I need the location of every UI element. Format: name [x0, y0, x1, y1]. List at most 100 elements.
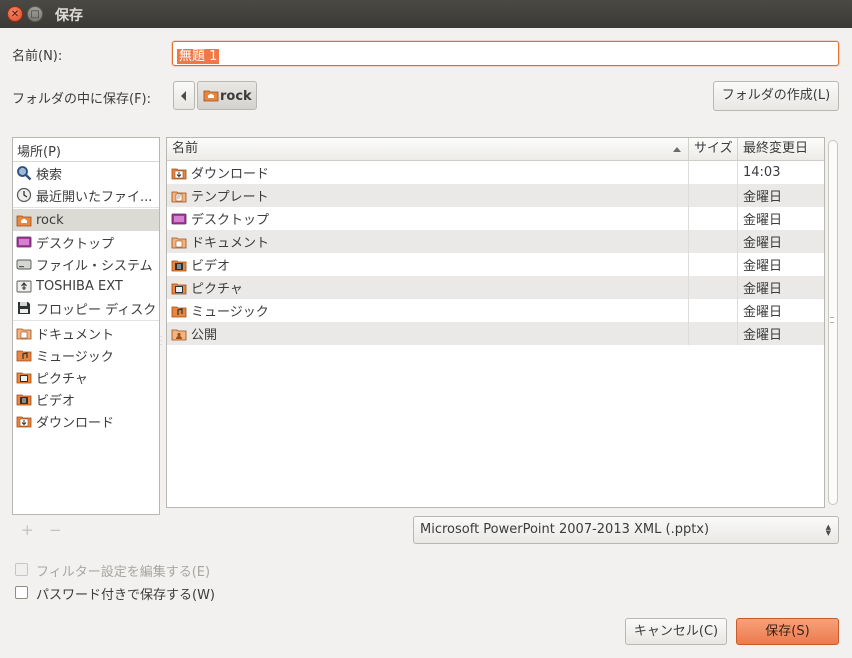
file-modified: 金曜日	[743, 213, 783, 228]
pictures-folder-icon	[171, 283, 187, 294]
file-modified: 金曜日	[743, 328, 783, 343]
place-label: ピクチャ	[36, 371, 88, 387]
places-header: 場所(P)	[13, 138, 159, 162]
place-recent[interactable]: 最近開いたファイ...	[13, 184, 159, 206]
music-folder-icon	[171, 306, 187, 317]
place-toshiba[interactable]: TOSHIBA EXT	[13, 275, 159, 297]
place-pictures[interactable]: ピクチャ	[13, 366, 159, 388]
file-row[interactable]: ミュージック 金曜日	[167, 299, 824, 322]
save-button[interactable]: 保存(S)	[736, 618, 839, 645]
file-name: デスクトップ	[191, 213, 270, 228]
search-icon	[17, 166, 32, 181]
places-separator	[13, 207, 159, 208]
file-modified: 金曜日	[743, 282, 783, 297]
file-size	[689, 322, 738, 345]
downloads-folder-icon	[171, 168, 187, 179]
file-modified: 14:03	[743, 165, 781, 180]
place-rock[interactable]: rock	[13, 209, 159, 231]
column-name-label: 名前	[172, 141, 199, 156]
file-name: ダウンロード	[191, 167, 270, 182]
path-back-button[interactable]	[173, 81, 195, 110]
maximize-window-icon[interactable]: □	[27, 6, 43, 22]
file-modified: 金曜日	[743, 259, 783, 274]
file-modified: 金曜日	[743, 190, 783, 205]
file-size	[689, 207, 738, 230]
column-size[interactable]: サイズ	[689, 138, 738, 161]
file-size	[689, 276, 738, 299]
place-desktop[interactable]: デスクトップ	[13, 231, 159, 253]
place-label: rock	[36, 212, 64, 228]
password-checkbox[interactable]	[15, 586, 28, 599]
file-row[interactable]: デスクトップ 金曜日	[167, 207, 824, 230]
place-search[interactable]: 検索	[13, 162, 159, 184]
column-name[interactable]: 名前	[167, 138, 689, 161]
place-floppy[interactable]: フロッピー ディスク	[13, 297, 159, 319]
place-music[interactable]: ミュージック	[13, 344, 159, 366]
documents-folder-icon	[16, 328, 32, 340]
place-label: ミュージック	[36, 349, 114, 365]
file-row[interactable]: 公開 金曜日	[167, 322, 824, 345]
videos-folder-icon	[171, 260, 187, 271]
file-list-scrollbar[interactable]	[826, 137, 839, 508]
updown-arrows-icon: ▲ ▼	[825, 523, 831, 537]
name-label: 名前(N):	[12, 49, 63, 64]
file-size	[689, 161, 738, 184]
file-type-value: Microsoft PowerPoint 2007-2013 XML (.ppt…	[420, 522, 710, 537]
pane-resize-handle[interactable]: · · ·	[160, 334, 162, 349]
templates-folder-icon	[171, 191, 187, 202]
folder-label: フォルダの中に保存(F):	[12, 92, 152, 107]
public-folder-icon	[171, 329, 187, 340]
file-name: ピクチャ	[191, 282, 243, 297]
left-arrow-icon	[181, 91, 186, 101]
videos-folder-icon	[16, 394, 32, 406]
places-separator	[13, 320, 159, 321]
path-button-rock[interactable]: rock	[197, 81, 257, 110]
filename-input[interactable]: 無題 1	[172, 41, 839, 66]
file-size	[689, 184, 738, 207]
file-row[interactable]: ピクチャ 金曜日	[167, 276, 824, 299]
place-videos[interactable]: ビデオ	[13, 388, 159, 410]
place-documents[interactable]: ドキュメント	[13, 322, 159, 344]
recent-icon	[16, 187, 32, 203]
file-type-select[interactable]: Microsoft PowerPoint 2007-2013 XML (.ppt…	[413, 516, 839, 544]
password-label: パスワード付きで保存する(W)	[36, 588, 215, 603]
title-bar: ✕ □ 保存	[0, 0, 852, 28]
file-row[interactable]: テンプレート 金曜日	[167, 184, 824, 207]
places-panel: 場所(P) 検索 最近開いたファイ... rock デスクトップ ファイル・シス…	[12, 137, 160, 515]
file-modified: 金曜日	[743, 236, 783, 251]
usb-icon	[16, 280, 32, 293]
place-label: ダウンロード	[36, 415, 115, 431]
file-modified: 金曜日	[743, 305, 783, 320]
file-row[interactable]: ドキュメント 金曜日	[167, 230, 824, 253]
file-size	[689, 253, 738, 276]
place-label: 検索	[36, 167, 63, 183]
home-folder-icon	[16, 215, 32, 227]
sort-ascending-icon	[673, 147, 681, 152]
place-filesystem[interactable]: ファイル・システム	[13, 253, 159, 275]
cancel-button[interactable]: キャンセル(C)	[625, 618, 727, 645]
remove-bookmark-button[interactable]: −	[49, 521, 62, 539]
file-size	[689, 230, 738, 253]
close-window-icon[interactable]: ✕	[7, 6, 23, 22]
window-title: 保存	[55, 8, 83, 24]
music-folder-icon	[16, 350, 32, 362]
home-folder-icon	[203, 90, 219, 102]
place-label: ドキュメント	[36, 327, 115, 343]
place-downloads[interactable]: ダウンロード	[13, 410, 159, 432]
create-folder-button[interactable]: フォルダの作成(L)	[713, 81, 839, 111]
scrollbar-grip[interactable]	[830, 317, 834, 323]
desktop-icon	[16, 236, 32, 248]
edit-filter-label: フィルター設定を編集する(E)	[36, 565, 211, 580]
file-name: ドキュメント	[191, 236, 270, 251]
path-button-label: rock	[220, 89, 252, 104]
documents-folder-icon	[171, 237, 187, 248]
file-row[interactable]: ダウンロード 14:03	[167, 161, 824, 184]
column-modified[interactable]: 最終変更日	[738, 138, 824, 161]
file-list: 名前 サイズ 最終変更日 ダウンロード 14:03 テンプレート 金曜日 デスク…	[166, 137, 825, 508]
file-row[interactable]: ビデオ 金曜日	[167, 253, 824, 276]
floppy-icon	[18, 302, 30, 314]
file-list-header: 名前 サイズ 最終変更日	[167, 138, 824, 161]
edit-filter-checkbox[interactable]	[15, 563, 28, 576]
filename-value: 無題 1	[177, 49, 220, 64]
add-bookmark-button[interactable]: +	[21, 521, 34, 539]
